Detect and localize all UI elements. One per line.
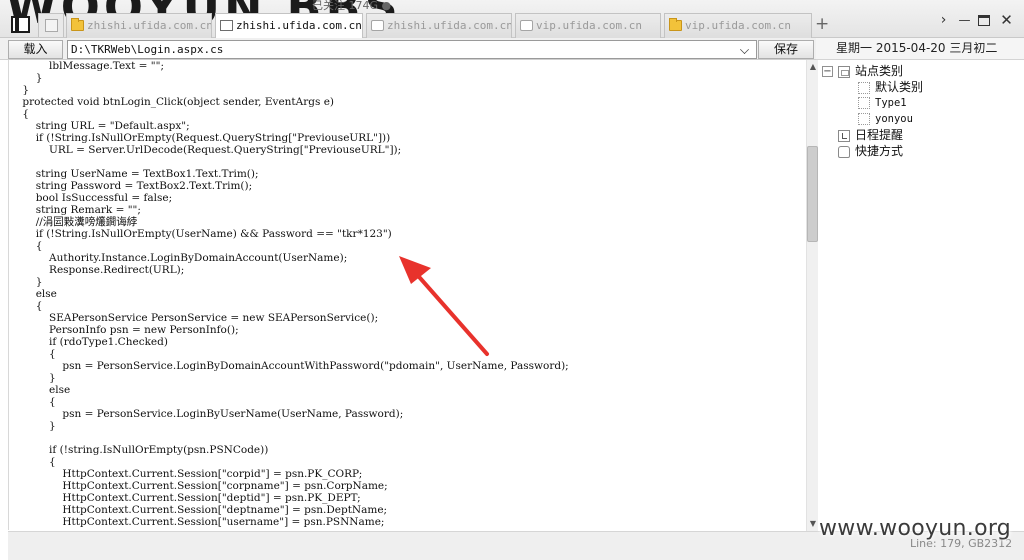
annotation-arrow-shaft bbox=[411, 268, 489, 356]
page-icon bbox=[371, 20, 384, 31]
load-button[interactable]: 载入 bbox=[8, 40, 63, 59]
code-line: } bbox=[9, 72, 43, 84]
document-icon bbox=[220, 20, 233, 31]
scroll-down-icon[interactable]: ▼ bbox=[809, 520, 817, 528]
code-line: } bbox=[9, 84, 30, 96]
tree-item-site-category[interactable]: 站点类别 bbox=[838, 63, 903, 79]
new-tab-plus-icon[interactable]: + bbox=[815, 14, 829, 34]
tree-item-label: 日程提醒 bbox=[855, 128, 904, 142]
maximize-icon[interactable] bbox=[977, 13, 992, 28]
code-line: HttpContext.Current.Session["corpid"] = … bbox=[9, 468, 363, 480]
category-icon bbox=[838, 65, 850, 78]
code-line: psn = PersonService.LoginByUserName(User… bbox=[9, 408, 404, 420]
code-line: else bbox=[9, 384, 71, 396]
code-line: { bbox=[9, 396, 56, 408]
tab-zhishi-3[interactable]: zhishi.ufida.com.cn bbox=[366, 13, 512, 38]
tree-item-schedule[interactable]: 日程提醒 bbox=[838, 127, 903, 143]
tree-item-type1[interactable]: Type1 bbox=[858, 95, 907, 111]
scrollbar-thumb[interactable] bbox=[807, 146, 818, 242]
code-line: string Remark = ""; bbox=[9, 204, 141, 216]
hand-icon bbox=[838, 145, 850, 158]
watermark: www.wooyun.org bbox=[819, 516, 1012, 541]
tree-item-label: Type1 bbox=[875, 97, 907, 109]
background-window-status: 已关注 174G ● bbox=[312, 0, 392, 12]
vertical-scrollbar[interactable]: ▲ ▼ bbox=[806, 60, 818, 531]
folder-icon bbox=[71, 18, 84, 31]
code-line: string URL = "Default.aspx"; bbox=[9, 120, 190, 132]
code-line: HttpContext.Current.Session["corpname"] … bbox=[9, 480, 388, 492]
tree-item-label: 默认类别 bbox=[875, 80, 924, 94]
annotation-arrow bbox=[399, 256, 489, 356]
tab-scroll-right-icon[interactable]: › bbox=[936, 13, 951, 28]
tab-vip-2[interactable]: vip.ufida.com.cn bbox=[664, 13, 812, 38]
page-icon bbox=[520, 20, 533, 31]
code-line: HttpContext.Current.Session["deptid"] = … bbox=[9, 492, 361, 504]
code-line: { bbox=[9, 456, 56, 468]
code-line: if (!String.IsNullOrEmpty(Request.QueryS… bbox=[9, 132, 391, 144]
file-path-input[interactable]: D:\TKRWeb\Login.aspx.cs bbox=[67, 40, 757, 59]
code-line: string UserName = TextBox1.Text.Trim(); bbox=[9, 168, 259, 180]
collapse-icon[interactable]: − bbox=[822, 66, 833, 77]
clock-icon bbox=[838, 129, 850, 142]
tab-label: zhishi.ufida.com.cn bbox=[236, 19, 362, 32]
code-line: psn = PersonService.LoginByDomainAccount… bbox=[9, 360, 569, 372]
tree-item-label: 站点类别 bbox=[855, 64, 904, 78]
tree-item-yonyou[interactable]: yonyou bbox=[858, 111, 913, 127]
code-line: bool IsSuccessful = false; bbox=[9, 192, 173, 204]
code-line: } bbox=[9, 372, 56, 384]
code-line: //涓囩敤瀵嗙爜鐧诲綍 bbox=[9, 216, 138, 228]
tab-label: zhishi.ufida.com.cn bbox=[387, 19, 512, 32]
tab-vip-1[interactable]: vip.ufida.com.cn bbox=[515, 13, 661, 38]
tab-zhishi-active[interactable]: zhishi.ufida.com.cn bbox=[215, 13, 363, 39]
tab-label: vip.ufida.com.cn bbox=[685, 19, 791, 32]
blank-page-icon bbox=[858, 97, 870, 109]
code-line: lblMessage.Text = ""; bbox=[9, 60, 164, 72]
code-line: HttpContext.Current.Session["username"] … bbox=[9, 516, 385, 528]
close-icon[interactable]: ✕ bbox=[999, 13, 1014, 28]
scroll-up-icon[interactable]: ▲ bbox=[809, 63, 817, 71]
tree-item-label: 快捷方式 bbox=[855, 144, 904, 158]
code-line: } bbox=[9, 420, 56, 432]
blank-page-icon bbox=[45, 19, 58, 32]
sidebar-toggle-icon[interactable] bbox=[11, 16, 30, 33]
blank-tab[interactable] bbox=[38, 13, 64, 37]
code-line: { bbox=[9, 108, 30, 120]
tree-item-default-category[interactable]: 默认类别 bbox=[858, 79, 923, 95]
blank-page-icon bbox=[858, 113, 870, 125]
tree-item-shortcuts[interactable]: 快捷方式 bbox=[838, 143, 903, 159]
minimize-icon[interactable]: — bbox=[957, 13, 972, 28]
date-display: 星期一 2015-04-20 三月初二 bbox=[816, 38, 1024, 60]
code-line: if (!String.IsNullOrEmpty(UserName) && P… bbox=[9, 228, 392, 240]
tab-zhishi-1[interactable]: zhishi.ufida.com.cn bbox=[66, 13, 212, 38]
code-line: HttpContext.Current.Session["deptname"] … bbox=[9, 504, 388, 516]
tab-label: vip.ufida.com.cn bbox=[536, 19, 642, 32]
tab-bar: WOOYUN BBS 已关注 174G ● zhishi.ufida.com.c… bbox=[0, 0, 1024, 39]
tree-item-label: yonyou bbox=[875, 113, 913, 125]
site-tree: − 站点类别 默认类别 Type1 yonyou 日程提醒 快捷方式 bbox=[818, 61, 1024, 531]
address-bar: 载入 D:\TKRWeb\Login.aspx.cs 保存 bbox=[0, 38, 816, 60]
annotation-arrow-head bbox=[399, 256, 431, 284]
code-line: URL = Server.UrlDecode(Request.QueryStri… bbox=[9, 144, 402, 156]
blank-page-icon bbox=[858, 81, 870, 94]
code-line: if (!string.IsNullOrEmpty(psn.PSNCode)) bbox=[9, 444, 269, 456]
tab-label: zhishi.ufida.com.cn bbox=[87, 19, 212, 32]
save-button[interactable]: 保存 bbox=[758, 40, 814, 59]
code-line: protected void btnLogin_Click(object sen… bbox=[9, 96, 335, 108]
code-line: string Password = TextBox2.Text.Trim(); bbox=[9, 180, 253, 192]
folder-icon bbox=[669, 18, 682, 31]
